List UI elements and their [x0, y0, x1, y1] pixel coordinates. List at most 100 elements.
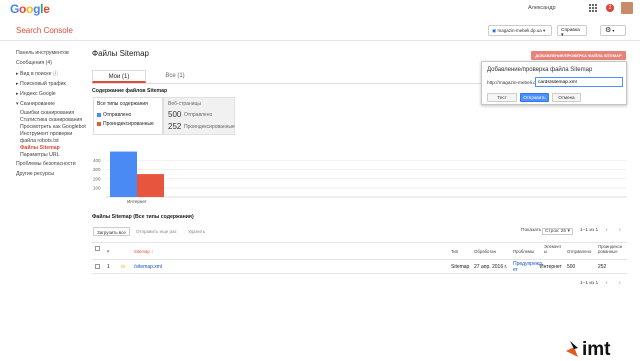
legend-label: Проиндексированные — [103, 121, 154, 127]
row-issues-label-2: ет — [513, 267, 518, 273]
col-processed[interactable]: Обработан — [474, 249, 496, 254]
rows-per-page-label: Строк: 25 — [545, 229, 567, 234]
row-num: 1 — [107, 264, 110, 270]
product-title[interactable]: Search Console — [16, 26, 73, 35]
help-button[interactable]: Справка ▾ — [557, 25, 587, 38]
avatar[interactable] — [621, 2, 633, 14]
add-sitemap-button[interactable]: ДОБАВЛЕНИЕ/ПРОВЕРКА ФАЙЛА SITEMAP — [531, 51, 626, 60]
row-processed: 27 апр. 2016 г. — [474, 264, 508, 270]
sidebar-item[interactable]: Просмотреть как Googlebot — [16, 124, 88, 131]
notifications-badge[interactable]: 2 — [606, 4, 614, 12]
stat-indexed-label: Проиндексированные — [184, 124, 235, 130]
watermark-logo: imt — [566, 337, 638, 360]
stats-title: Веб-страницы — [168, 101, 201, 107]
table-title: Файлы Sitemap (Все типы содержания) — [92, 214, 194, 220]
row-checkbox[interactable] — [95, 264, 100, 269]
tab-mine[interactable]: Мои (1) — [92, 70, 146, 83]
stat-indexed-value: 252 — [168, 122, 182, 131]
y-tick-label: 400 — [93, 158, 101, 163]
top-bar: Google Александр 2 — [0, 0, 640, 18]
x-tick-label: Интернет — [127, 199, 147, 204]
header-divider — [0, 40, 640, 41]
legend-swatch-submitted — [97, 113, 101, 117]
google-logo[interactable]: Google — [10, 2, 50, 16]
user-name[interactable]: Александр — [528, 5, 556, 11]
stat-submitted-label: Отправлено — [184, 112, 213, 118]
col-indexed[interactable]: Проиндекси рованные — [598, 244, 622, 254]
rows-per-page-select[interactable]: Строк: 25 ▾ — [542, 228, 573, 235]
col-submitted[interactable]: Отправлено — [567, 249, 591, 254]
prev-page-icon[interactable]: ‹ — [606, 281, 608, 286]
col-items-label-2: ы — [544, 249, 548, 254]
logo-letter: o — [26, 2, 34, 16]
chevron-down-icon: ▾ — [561, 33, 564, 38]
logo-letter: g — [33, 2, 41, 16]
site-selector[interactable]: ▣ magazin-mebeli.dp.ua ▾ — [488, 25, 552, 36]
test-button[interactable]: Тест — [487, 93, 517, 102]
sidebar-item[interactable]: Ошибки сканирования — [16, 110, 88, 117]
sitemap-link[interactable]: /sitemap.xml — [134, 264, 162, 270]
col-items[interactable]: Элемент ы — [544, 244, 562, 254]
table-header: # Sitemap ↑ Тип Обработан Проблемы Элеме… — [92, 242, 627, 260]
sidebar-item[interactable]: ▾ Сканирование — [16, 99, 88, 109]
load-all-button[interactable]: Загрузить все — [93, 227, 130, 236]
row-indexed: 252 — [598, 264, 607, 270]
row-issues-link[interactable]: Предупрежд ет — [513, 261, 542, 273]
chevron-down-icon: ▾ — [611, 28, 615, 33]
sidebar-item[interactable]: Инструмент проверки — [16, 131, 88, 138]
row-type: Sitemap — [451, 264, 470, 270]
bar-submitted[interactable] — [110, 151, 137, 197]
footer-pager-range: 1–1 из 1 — [580, 281, 599, 286]
bar-indexed[interactable] — [137, 174, 164, 197]
y-tick-label: 100 — [93, 185, 101, 190]
sidebar-item[interactable]: ▸ Индекс Google — [16, 89, 88, 99]
sidebar-item[interactable]: Параметры URL — [16, 152, 88, 159]
sidebar-item[interactable]: файла robots.txt — [16, 138, 88, 145]
delete-button[interactable]: Удалить — [185, 227, 208, 236]
col-sitemap[interactable]: Sitemap ↑ — [134, 249, 153, 254]
prev-page-icon[interactable]: ‹ — [606, 228, 608, 233]
next-page-icon[interactable]: › — [619, 228, 621, 233]
sidebar-item[interactable]: Статистика сканирования — [16, 117, 88, 124]
webpages-stats[interactable]: Веб-страницы 500 Отправлено 252 Проиндек… — [163, 97, 235, 135]
sidebar-item[interactable]: ▸ Поисковый трафик — [16, 79, 88, 89]
legend-title: Все типы содержания — [97, 101, 148, 107]
sidebar-item[interactable]: Сообщения (4) — [16, 58, 88, 68]
tab-all[interactable]: Все (1) — [148, 70, 202, 83]
logo-letter: e — [43, 2, 50, 16]
cancel-button[interactable]: Отмена — [552, 93, 581, 102]
col-issues[interactable]: Проблемы — [513, 249, 534, 254]
resubmit-button[interactable]: Отправить еще раз — [133, 227, 180, 236]
sidebar-item[interactable]: Панель инструментов — [16, 48, 88, 58]
content-type-legend[interactable]: Все типы содержания Отправлено Проиндекс… — [93, 97, 163, 135]
apps-grid-icon[interactable] — [589, 4, 597, 12]
watermark-svg: imt — [566, 339, 611, 360]
page-title: Файлы Sitemap — [92, 49, 149, 58]
legend-indexed[interactable]: Проиндексированные — [97, 121, 154, 127]
settings-button[interactable]: ⚙ ▾ — [600, 25, 626, 36]
y-tick-label: 300 — [93, 167, 101, 172]
sidebar-item[interactable]: Другие ресурсы — [16, 169, 88, 179]
logo-letter: o — [19, 2, 27, 16]
col-type[interactable]: Тип — [451, 249, 458, 254]
legend-submitted[interactable]: Отправлено — [97, 112, 131, 118]
logo-letter: G — [10, 2, 20, 16]
table-row[interactable]: 1 ⊙ /sitemap.xml Sitemap 27 апр. 2016 г.… — [92, 260, 627, 274]
sitemap-path-input[interactable] — [535, 77, 623, 87]
chart-svg: 400 300 200 100 Интернет — [93, 151, 627, 204]
content-section-label: Содержание файлов Sitemap — [92, 88, 168, 94]
warning-icon: ⊙ — [121, 264, 126, 270]
select-all-checkbox[interactable] — [95, 246, 100, 251]
row-items: Интернет — [540, 264, 562, 270]
pager-range: 1–1 из 1 — [580, 228, 599, 233]
submit-button[interactable]: Отправить — [520, 93, 549, 102]
help-label: Справка — [561, 28, 580, 33]
sidebar-item[interactable]: ▸ Вид в поиске ⓘ — [16, 69, 88, 79]
sitemap-bar-chart: 400 300 200 100 Интернет — [92, 145, 627, 205]
sidebar-item[interactable]: Проблемы безопасности — [16, 159, 88, 169]
sidebar-item[interactable]: Файлы Sitemap — [16, 145, 88, 152]
show-label: Показать — [521, 228, 542, 233]
site-selector-label: magazin-mebeli.dp.ua — [497, 28, 542, 33]
sidebar: Панель инструментов Сообщения (4) ▸ Вид в … — [16, 48, 88, 179]
next-page-icon[interactable]: › — [619, 281, 621, 286]
